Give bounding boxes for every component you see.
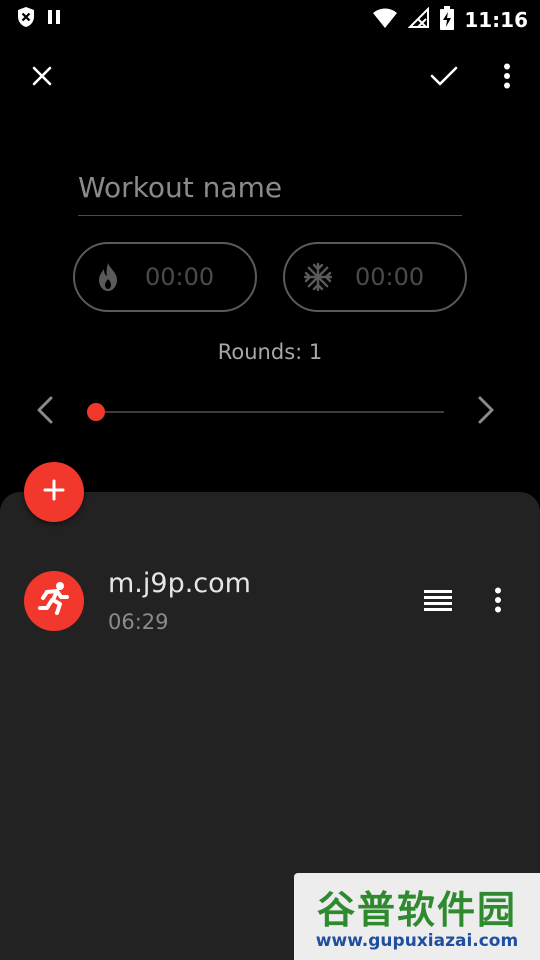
save-button[interactable] — [420, 54, 468, 102]
next-round-button[interactable] — [466, 392, 506, 432]
add-exercise-button[interactable] — [24, 462, 84, 522]
plus-icon — [42, 478, 66, 506]
close-icon — [30, 64, 54, 92]
check-icon — [429, 64, 459, 92]
more-options-button[interactable] — [483, 54, 531, 102]
rounds-slider-track[interactable] — [96, 411, 444, 413]
warmup-time-pill[interactable]: 00:00 — [73, 242, 257, 312]
exercise-duration: 06:29 — [108, 610, 169, 634]
chevron-left-icon — [35, 395, 55, 429]
watermark-url: www.gupuxiazai.com — [315, 931, 519, 951]
status-time: 11:16 — [464, 8, 528, 32]
close-button[interactable] — [18, 54, 66, 102]
rounds-label: Rounds: 1 — [217, 340, 323, 364]
status-bar: 11:16 — [0, 0, 540, 36]
status-right-icons: 11:16 — [372, 6, 528, 34]
wifi-icon — [372, 7, 398, 33]
rounds-slider-thumb[interactable] — [87, 403, 105, 421]
shield-icon — [16, 6, 36, 32]
previous-round-button[interactable] — [25, 392, 65, 432]
no-signal-icon — [407, 6, 430, 33]
exercise-name: m.j9p.com — [108, 568, 251, 599]
status-left-icons — [16, 6, 62, 32]
more-vert-icon — [494, 587, 502, 617]
pause-icon — [46, 8, 62, 30]
exercise-avatar — [24, 571, 84, 631]
flame-icon — [93, 262, 123, 292]
watermark: 谷普软件园 www.gupuxiazai.com — [294, 873, 540, 960]
drag-handle[interactable] — [418, 582, 458, 622]
workout-name-input[interactable] — [78, 166, 462, 216]
snowflake-icon — [303, 262, 333, 292]
watermark-title: 谷普软件园 — [316, 888, 517, 932]
cooldown-time-pill[interactable]: 00:00 — [283, 242, 467, 312]
battery-charging-icon — [440, 6, 455, 34]
cooldown-time: 00:00 — [355, 263, 425, 291]
exercise-list-item[interactable]: m.j9p.com 06:29 — [0, 560, 540, 642]
chevron-right-icon — [476, 395, 496, 429]
more-vert-icon — [503, 63, 511, 93]
running-icon — [35, 580, 73, 622]
drag-handle-icon — [424, 589, 452, 615]
warmup-time: 00:00 — [145, 263, 215, 291]
exercise-more-button[interactable] — [478, 582, 518, 622]
